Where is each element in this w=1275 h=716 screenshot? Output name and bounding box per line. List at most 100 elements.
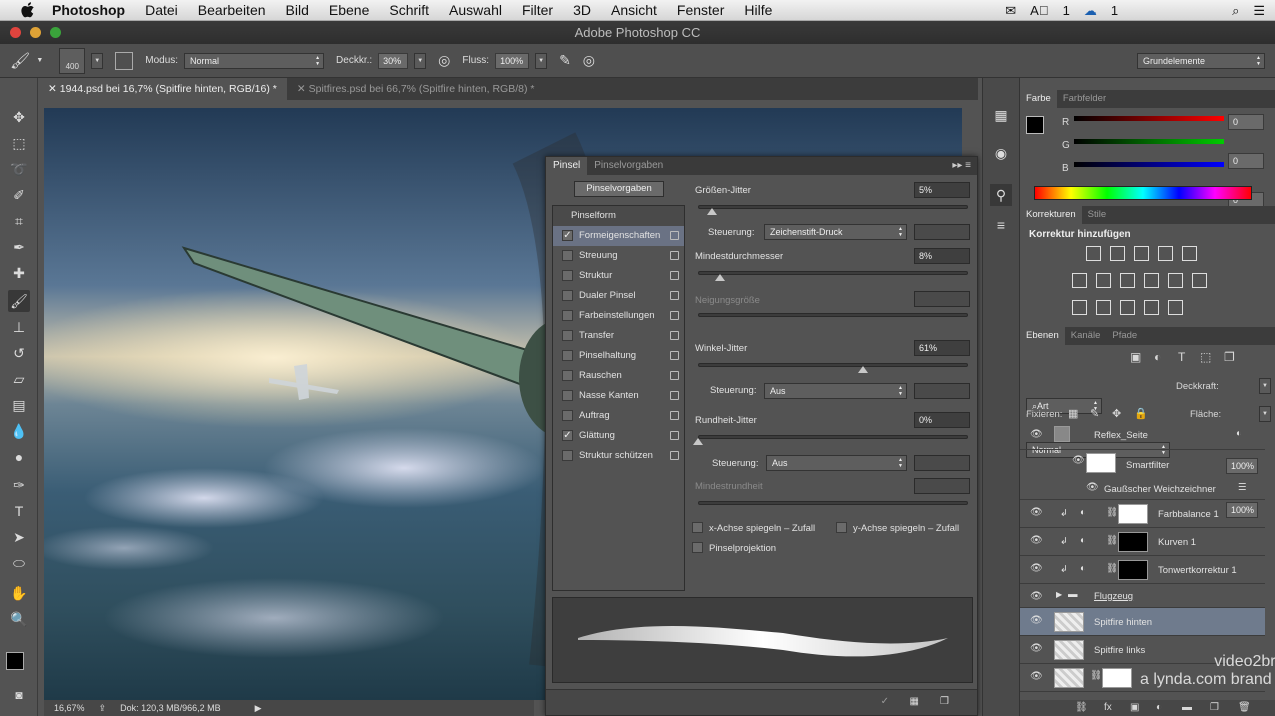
pressure-size-icon[interactable]: ◎ [583, 52, 595, 69]
close-tab-icon[interactable]: ✕ [48, 83, 57, 95]
link-layers-icon[interactable]: ⛓ [1075, 702, 1088, 713]
flip-y-checkbox[interactable] [836, 522, 847, 533]
lock-icon[interactable] [670, 331, 679, 340]
angle-control-select[interactable]: Aus [764, 383, 907, 399]
eye-icon[interactable]: 👁 [1030, 644, 1043, 654]
color-spectrum[interactable] [1034, 186, 1252, 200]
pressure-opacity-icon[interactable]: ◎ [438, 52, 450, 69]
roundness-control-select[interactable]: Aus [766, 455, 907, 471]
filter-adjustment-icon[interactable]: ◐ [1154, 350, 1161, 364]
add-mask-icon[interactable]: ▣ [1130, 702, 1139, 713]
checkbox[interactable] [562, 350, 573, 361]
path-selection-tool-icon[interactable]: ➤ [8, 526, 30, 548]
spotlight-search-icon[interactable]: ⌕ [1232, 3, 1239, 19]
type-tool-icon[interactable]: T [8, 500, 30, 522]
filter-shape-icon[interactable]: ⬚ [1200, 350, 1211, 364]
size-jitter-slider[interactable] [698, 205, 968, 209]
brush-option-item[interactable]: Transfer [553, 326, 684, 346]
threshold-icon[interactable] [1120, 300, 1135, 315]
opacity-field[interactable]: 30% [378, 52, 409, 69]
adobe-icon[interactable]: A⃞ [1030, 3, 1048, 18]
color-balance-icon[interactable] [1096, 273, 1111, 288]
doc-tab-1944[interactable]: ✕ 1944.psd bei 16,7% (Spitfire hinten, R… [38, 78, 287, 100]
brush-option-item[interactable]: Struktur schützen [553, 446, 684, 466]
layer-row[interactable]: 👁 Reflex_Seite ◐ [1020, 422, 1265, 450]
workspace-select[interactable]: Grundelemente [1137, 52, 1265, 69]
brush-picker-arrow[interactable]: ▼ [91, 52, 104, 69]
selective-color-icon[interactable] [1168, 300, 1183, 315]
tab-korrekturen[interactable]: Korrekturen [1020, 206, 1082, 224]
crop-tool-icon[interactable]: ⌗ [8, 210, 30, 232]
brush-panel-toggle-icon[interactable] [115, 51, 134, 70]
lock-icon[interactable] [670, 271, 679, 280]
eye-icon[interactable]: 👁 [1030, 672, 1043, 682]
new-brush-icon[interactable]: ❐ [940, 696, 949, 707]
b-slider[interactable] [1074, 162, 1224, 167]
layer-opacity-arrow[interactable]: ▼ [1259, 378, 1271, 394]
invert-icon[interactable] [1072, 300, 1087, 315]
layer-row[interactable]: 👁 Smartfilter [1020, 448, 1265, 478]
lock-icon[interactable] [670, 451, 679, 460]
projection-checkbox[interactable] [692, 542, 703, 553]
eye-icon[interactable]: 👁 [1086, 483, 1099, 493]
menu-ansicht[interactable]: Ansicht [611, 2, 657, 18]
checkbox[interactable] [562, 410, 573, 421]
flow-field[interactable]: 100% [495, 52, 530, 69]
brush-option-item[interactable]: Rauschen [553, 366, 684, 386]
checkbox[interactable] [562, 370, 573, 381]
menu-bearbeiten[interactable]: Bearbeiten [198, 2, 266, 18]
brush-tool-icon[interactable]: 🖌 [10, 51, 30, 71]
lock-icon[interactable] [670, 371, 679, 380]
collapse-panel-icon[interactable]: ▸▸ ≡ [952, 157, 971, 175]
flip-x-checkbox[interactable] [692, 522, 703, 533]
photo-filter-icon[interactable] [1144, 273, 1159, 288]
lock-transparency-icon[interactable]: ▦ [1068, 407, 1078, 420]
brush-option-item[interactable]: Pinselhaltung [553, 346, 684, 366]
fill-arrow[interactable]: ▼ [1259, 406, 1271, 422]
filter-options-icon[interactable]: ☰ [1238, 482, 1247, 493]
info-panel-icon[interactable]: ◉ [990, 142, 1012, 164]
brush-presets-button[interactable]: Pinselvorgaben [574, 181, 664, 197]
lock-all-icon[interactable]: 🔒 [1134, 407, 1148, 420]
history-panel-icon[interactable]: ▦ [990, 104, 1012, 126]
filter-type-icon[interactable]: T [1178, 350, 1185, 364]
r-slider[interactable] [1074, 116, 1224, 121]
history-brush-tool-icon[interactable]: ↺ [8, 342, 30, 364]
menu-app[interactable]: Photoshop [52, 2, 125, 18]
min-diameter-slider[interactable] [698, 271, 968, 275]
zoom-tool-icon[interactable]: 🔍 [8, 608, 30, 630]
pen-tool-icon[interactable]: ✑ [8, 474, 30, 496]
airbrush-icon[interactable]: ✎ [559, 52, 571, 69]
tab-kanaele[interactable]: Kanäle [1065, 327, 1107, 345]
menu-datei[interactable]: Datei [145, 2, 178, 18]
hue-saturation-icon[interactable] [1072, 273, 1087, 288]
expand-group-icon[interactable]: ▶ [1056, 590, 1062, 599]
create-brush-icon[interactable]: ▦ [910, 696, 919, 707]
layer-row[interactable]: 👁 ↲ ◐ ⛓ Tonwertkorrektur 1 [1020, 556, 1265, 584]
tab-farbe[interactable]: Farbe [1020, 90, 1057, 108]
menu-schrift[interactable]: Schrift [389, 2, 429, 18]
menu-3d[interactable]: 3D [573, 2, 591, 18]
menu-hilfe[interactable]: Hilfe [744, 2, 772, 18]
posterize-icon[interactable] [1096, 300, 1111, 315]
gradient-tool-icon[interactable]: ▤ [8, 394, 30, 416]
layer-row[interactable]: 👁 Spitfire hinten [1020, 608, 1265, 636]
min-diameter-thumb[interactable] [714, 274, 725, 281]
eyedropper-tool-icon[interactable]: ✒ [8, 236, 30, 258]
mode-select[interactable]: Normal [184, 52, 325, 69]
brush-option-item[interactable]: ✓ Formeigenschaften [553, 226, 684, 246]
new-layer-icon[interactable]: ❐ [1210, 702, 1219, 713]
eye-icon[interactable]: 👁 [1072, 456, 1085, 466]
close-tab-icon[interactable]: ✕ [297, 83, 306, 95]
brightness-icon[interactable] [1086, 246, 1101, 261]
ellipse-tool-icon[interactable]: ⬭ [8, 552, 30, 574]
lock-icon[interactable] [670, 351, 679, 360]
zoom-window-button[interactable] [50, 27, 61, 38]
black-white-icon[interactable] [1120, 273, 1135, 288]
size-jitter-thumb[interactable] [706, 208, 717, 215]
toggle-preview-icon[interactable]: ✓ [881, 696, 889, 707]
vibrance-icon[interactable] [1182, 246, 1197, 261]
min-diameter-field[interactable]: 8% [914, 248, 970, 264]
brush-size-picker[interactable]: 400 [59, 47, 86, 74]
checkbox[interactable] [562, 330, 573, 341]
